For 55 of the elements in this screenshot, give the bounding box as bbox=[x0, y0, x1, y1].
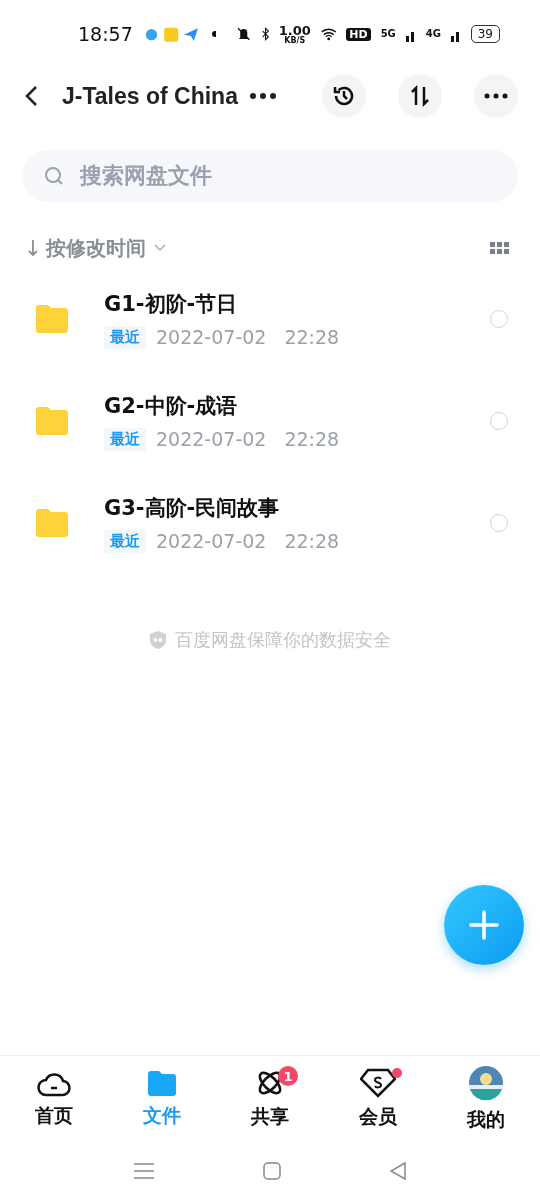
history-button[interactable] bbox=[322, 74, 366, 118]
bluetooth-icon bbox=[261, 25, 269, 43]
add-button[interactable] bbox=[444, 885, 524, 965]
signal-type: 4G bbox=[425, 29, 441, 39]
menu-icon[interactable] bbox=[134, 1162, 155, 1180]
modified-date: 2022-07-02 bbox=[156, 530, 267, 552]
folder-icon bbox=[36, 509, 68, 537]
nav-tab[interactable]: 我的 bbox=[432, 1056, 540, 1142]
notification-badge: 1 bbox=[278, 1066, 298, 1086]
caret-icon bbox=[154, 244, 166, 252]
arrow-down-icon bbox=[28, 239, 38, 257]
recent-tag: 最近 bbox=[104, 427, 146, 451]
search-input[interactable]: 搜索网盘文件 bbox=[78, 162, 496, 190]
home-icon[interactable] bbox=[263, 1162, 281, 1180]
modified-time: 22:28 bbox=[284, 530, 340, 552]
folder-icon bbox=[36, 305, 68, 333]
more-icon bbox=[484, 93, 508, 99]
grid-view-icon[interactable] bbox=[490, 242, 510, 254]
back-icon[interactable] bbox=[24, 85, 38, 107]
avatar-icon bbox=[468, 1065, 504, 1101]
security-note: 百度网盘保障你的数据安全 bbox=[175, 628, 391, 652]
recent-tag: 最近 bbox=[104, 325, 146, 349]
search-icon bbox=[44, 166, 64, 186]
folder-icon bbox=[147, 1069, 177, 1097]
modified-time: 22:28 bbox=[284, 428, 340, 450]
folder-name: G3-高阶-民间故事 bbox=[104, 494, 281, 522]
folder-name: G1-初阶-节日 bbox=[104, 290, 239, 318]
transfer-icon bbox=[409, 85, 431, 107]
modified-time: 22:28 bbox=[284, 326, 340, 348]
more-icon[interactable] bbox=[249, 93, 276, 99]
nav-tab[interactable]: 共享 1 bbox=[216, 1056, 324, 1142]
diamond-icon bbox=[360, 1068, 396, 1098]
recent-tag: 最近 bbox=[104, 529, 146, 553]
speed-unit: KB/S bbox=[284, 36, 306, 45]
shield-icon bbox=[149, 630, 167, 650]
history-icon bbox=[332, 84, 356, 108]
clock-time: 18:57 bbox=[78, 24, 133, 44]
more-button[interactable] bbox=[474, 74, 518, 118]
folder-row[interactable]: G2-中阶-成语 最近 2022-07-02 22:28 bbox=[0, 370, 540, 472]
plus-icon bbox=[468, 909, 500, 941]
folder-name: G2-中阶-成语 bbox=[104, 392, 239, 420]
network-speed: 1.00 bbox=[278, 23, 311, 37]
folder-row[interactable]: G1-初阶-节日 最近 2022-07-02 22:28 bbox=[0, 268, 540, 370]
nav-tab[interactable]: 首页 bbox=[0, 1056, 108, 1142]
modified-date: 2022-07-02 bbox=[156, 428, 267, 450]
folder-row[interactable]: G3-高阶-民间故事 最近 2022-07-02 22:28 bbox=[0, 472, 540, 574]
battery-level: 39 bbox=[470, 25, 500, 43]
signal-type: 5G bbox=[380, 29, 396, 39]
modified-date: 2022-07-02 bbox=[156, 326, 267, 348]
search-field[interactable]: 搜索网盘文件 bbox=[22, 150, 518, 202]
nav-tab[interactable]: 会员 bbox=[324, 1056, 432, 1142]
transfer-button[interactable] bbox=[398, 74, 442, 118]
folder-title: J-Tales of China bbox=[62, 82, 238, 110]
hd-indicator: HD bbox=[346, 27, 371, 41]
folder-icon bbox=[36, 407, 68, 435]
